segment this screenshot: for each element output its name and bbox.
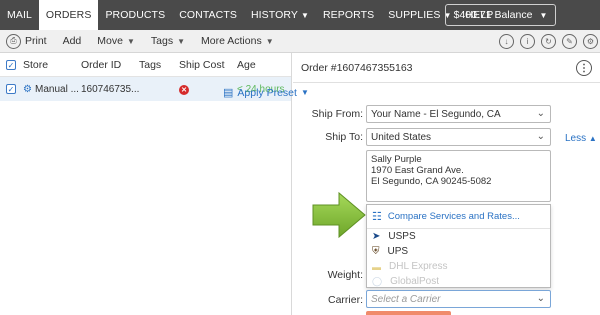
compare-services-label: Compare Services and Rates... <box>387 211 520 222</box>
move-label: Move <box>97 35 123 47</box>
usps-label: USPS <box>388 231 416 242</box>
ship-from-value: Your Name - El Segundo, CA <box>371 108 501 120</box>
less-label: Less <box>565 133 587 144</box>
nav-orders[interactable]: ORDERS <box>38 0 99 30</box>
nav-products-label: PRODUCTS <box>105 9 166 21</box>
globe-icon: ◯ <box>372 276 383 286</box>
balance-button[interactable]: $400.71 Balance ▼ <box>445 4 556 26</box>
nav-supplies-label: SUPPLIES <box>388 9 441 21</box>
ship-from-label: Ship From: <box>311 108 363 120</box>
chevron-down-icon: ▼ <box>300 10 309 20</box>
balance-label: $400.71 Balance <box>453 9 533 21</box>
compare-rates-icon: ☷ <box>372 211 382 223</box>
nav-orders-label: ORDERS <box>45 9 92 21</box>
refresh-icon[interactable]: ↻ <box>541 34 556 49</box>
nav-reports[interactable]: REPORTS <box>316 0 381 30</box>
carrier-label: Carrier: <box>327 294 363 306</box>
chevron-down-icon: ▼ <box>539 10 548 20</box>
add-label: Add <box>62 35 82 47</box>
check-icon: ✓ <box>6 84 16 94</box>
row-ship-cost: ✕ <box>179 84 189 95</box>
order-header: Order #1607467355163 ⋮ <box>293 53 600 83</box>
carrier-option-ups[interactable]: ⛨ UPS <box>367 244 550 259</box>
green-arrow-icon <box>312 191 366 239</box>
carrier-select[interactable]: Select a Carrier ⌄ <box>366 290 551 308</box>
chevron-up-icon: ▲ <box>588 134 597 143</box>
chevron-down-icon: ⌄ <box>536 293 545 304</box>
toolbar-right-icons: ↓ i ↻ ✎ ⚙ <box>499 34 598 49</box>
weight-label: Weight: <box>327 269 363 281</box>
nav-products[interactable]: PRODUCTS <box>98 0 172 30</box>
nav-reports-label: REPORTS <box>323 9 375 21</box>
add-button[interactable]: Add <box>55 35 90 47</box>
nav-history[interactable]: HISTORY ▼ <box>244 0 316 30</box>
nav-mail-label: MAIL <box>7 9 32 21</box>
less-link[interactable]: Less ▲ <box>565 133 597 144</box>
check-icon: ✓ <box>6 60 16 70</box>
carrier-option-dhl: ▬ DHL Express <box>367 259 550 274</box>
carrier-option-usps[interactable]: ➤ USPS <box>367 229 550 244</box>
nav-contacts-label: CONTACTS <box>179 9 237 21</box>
ups-shield-icon: ⛨ <box>372 246 380 257</box>
nav-contacts[interactable]: CONTACTS <box>172 0 244 30</box>
settings-icon[interactable]: ⚙ <box>583 34 598 49</box>
toolbar: ⎙ Print Add Move ▼ Tags ▼ More Actions ▼ ↓ … <box>0 30 600 53</box>
row-order-id: 160746735... <box>81 83 140 95</box>
globalpost-label: GlobalPost <box>390 276 439 287</box>
download-icon[interactable]: ↓ <box>499 34 514 49</box>
ship-to-label: Ship To: <box>325 131 363 143</box>
orders-table-header: ✓ Store Order ID Tags Ship Cost Age <box>0 53 291 77</box>
carrier-option-globalpost: ◯ GlobalPost <box>367 274 550 289</box>
more-options-icon[interactable]: ⋮ <box>576 60 592 76</box>
print-label: Print <box>25 35 47 47</box>
address-line-2: 1970 East Grand Ave. <box>371 165 464 176</box>
document-icon: ▤ <box>223 87 234 99</box>
chevron-down-icon: ▼ <box>265 36 274 46</box>
next-field-edge <box>366 311 451 315</box>
tags-button[interactable]: Tags ▼ <box>143 35 193 47</box>
column-tags[interactable]: Tags <box>139 59 161 71</box>
move-button[interactable]: Move ▼ <box>89 35 143 47</box>
address-textarea[interactable]: Sally Purple 1970 East Grand Ave. El Seg… <box>366 150 551 202</box>
chevron-down-icon: ⌄ <box>536 131 545 142</box>
column-age[interactable]: Age <box>237 59 256 71</box>
info-icon[interactable]: i <box>520 34 535 49</box>
print-button[interactable]: ⎙ Print <box>0 33 55 49</box>
column-order-id[interactable]: Order ID <box>81 59 121 71</box>
address-line-3: El Segundo, CA 90245-5082 <box>371 176 492 187</box>
apply-preset-button[interactable]: ▤ Apply Preset ▼ <box>223 86 309 100</box>
carrier-dropdown: ☷ Compare Services and Rates... ➤ USPS ⛨… <box>366 204 551 288</box>
ship-to-value: United States <box>371 131 432 143</box>
error-icon: ✕ <box>179 84 189 95</box>
select-all-checkbox[interactable]: ✓ <box>6 59 16 71</box>
printer-icon: ⎙ <box>6 33 21 49</box>
chevron-down-icon: ▼ <box>126 36 135 46</box>
gear-icon: ⚙ <box>23 83 32 95</box>
address-line-1: Sally Purple <box>371 154 422 165</box>
nav-mail[interactable]: MAIL <box>0 0 39 30</box>
order-title: Order #1607467355163 <box>301 61 413 74</box>
top-nav: MAIL ORDERS PRODUCTS CONTACTS HISTORY ▼ R… <box>0 0 600 30</box>
edit-icon[interactable]: ✎ <box>562 34 577 49</box>
compare-services-option[interactable]: ☷ Compare Services and Rates... <box>367 205 550 229</box>
ship-to-country-select[interactable]: United States ⌄ <box>366 128 551 146</box>
chevron-down-icon: ▼ <box>177 36 185 46</box>
ups-label: UPS <box>387 246 409 257</box>
ship-from-select[interactable]: Your Name - El Segundo, CA ⌄ <box>366 105 551 123</box>
tags-label: Tags <box>150 35 174 47</box>
column-ship-cost[interactable]: Ship Cost <box>179 59 225 71</box>
chevron-down-icon: ⌄ <box>536 108 545 119</box>
dhl-label: DHL Express <box>389 261 448 272</box>
row-store: Manual ... <box>35 83 79 95</box>
more-actions-button[interactable]: More Actions ▼ <box>193 35 282 47</box>
usps-eagle-icon: ➤ <box>372 231 381 242</box>
column-store[interactable]: Store <box>23 59 48 71</box>
apply-preset-label: Apply Preset <box>237 86 297 99</box>
dhl-icon: ▬ <box>372 261 381 272</box>
chevron-down-icon: ▼ <box>300 88 309 97</box>
carrier-placeholder: Select a Carrier <box>371 293 441 305</box>
more-actions-label: More Actions <box>201 35 262 47</box>
row-checkbox[interactable]: ✓ <box>6 84 16 95</box>
nav-history-label: HISTORY <box>250 9 298 21</box>
